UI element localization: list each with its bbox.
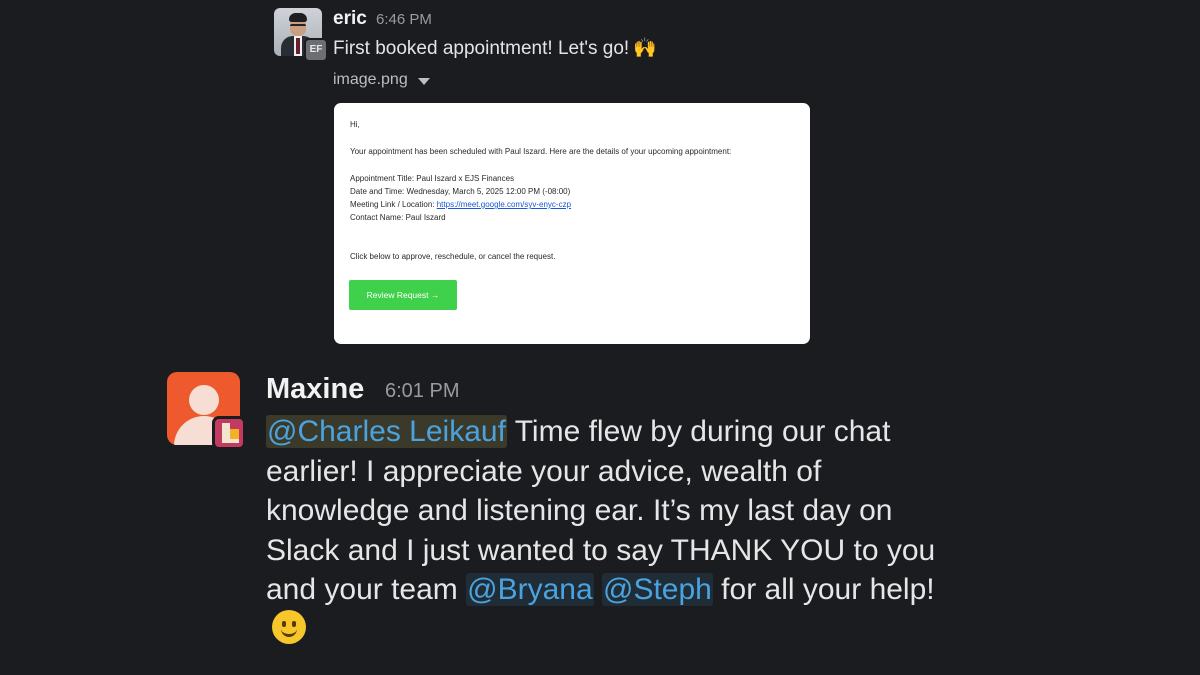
raising-hands-icon: 🙌 [633, 38, 657, 59]
email-datetime-line: Date and Time: Wednesday, March 5, 2025 … [350, 187, 571, 196]
sender-name[interactable]: eric [333, 8, 367, 30]
email-title-line: Appointment Title: Paul Iszard x EJS Fin… [350, 174, 515, 183]
email-link-line: Meeting Link / Location: https://meet.go… [350, 198, 794, 211]
email-cta-text: Click below to approve, reschedule, or c… [350, 252, 556, 261]
email-intro: Your appointment has been scheduled with… [350, 147, 732, 156]
message-text: First booked appointment! Let's go! 🙌 [333, 36, 657, 60]
chevron-down-icon[interactable] [417, 77, 430, 85]
sender-name[interactable]: Maxine [266, 373, 364, 406]
message-body-part2: for all your help! [712, 573, 935, 606]
email-greeting: Hi, [350, 120, 360, 129]
attachment-image[interactable]: Hi, Your appointment has been scheduled … [334, 103, 810, 344]
email-link-label: Meeting Link / Location: [350, 200, 435, 209]
attachment-header[interactable]: image.png [333, 71, 430, 89]
email-contact-line: Contact Name: Paul Iszard [350, 213, 446, 222]
slightly-smiling-face-icon [272, 609, 306, 644]
message-text: @Charles Leikauf Time flew by during our… [266, 412, 966, 649]
review-request-button: Review Request → [349, 280, 457, 310]
attachment-filename[interactable]: image.png [333, 71, 408, 89]
email-meeting-link: https://meet.google.com/syv-enyc-czp [436, 200, 572, 209]
org-badge: EF [304, 38, 328, 62]
message-timestamp[interactable]: 6:01 PM [385, 380, 459, 403]
mention-steph[interactable]: @Steph [601, 573, 713, 606]
message-body: First booked appointment! Let's go! [333, 38, 630, 59]
mention-charles[interactable]: @Charles Leikauf [266, 415, 507, 448]
message-eric: EF eric 6:46 PM First booked appointment… [0, 0, 1200, 360]
mention-bryana[interactable]: @Bryana [466, 573, 594, 606]
org-logo-badge [212, 416, 246, 450]
message-timestamp[interactable]: 6:46 PM [376, 11, 432, 28]
